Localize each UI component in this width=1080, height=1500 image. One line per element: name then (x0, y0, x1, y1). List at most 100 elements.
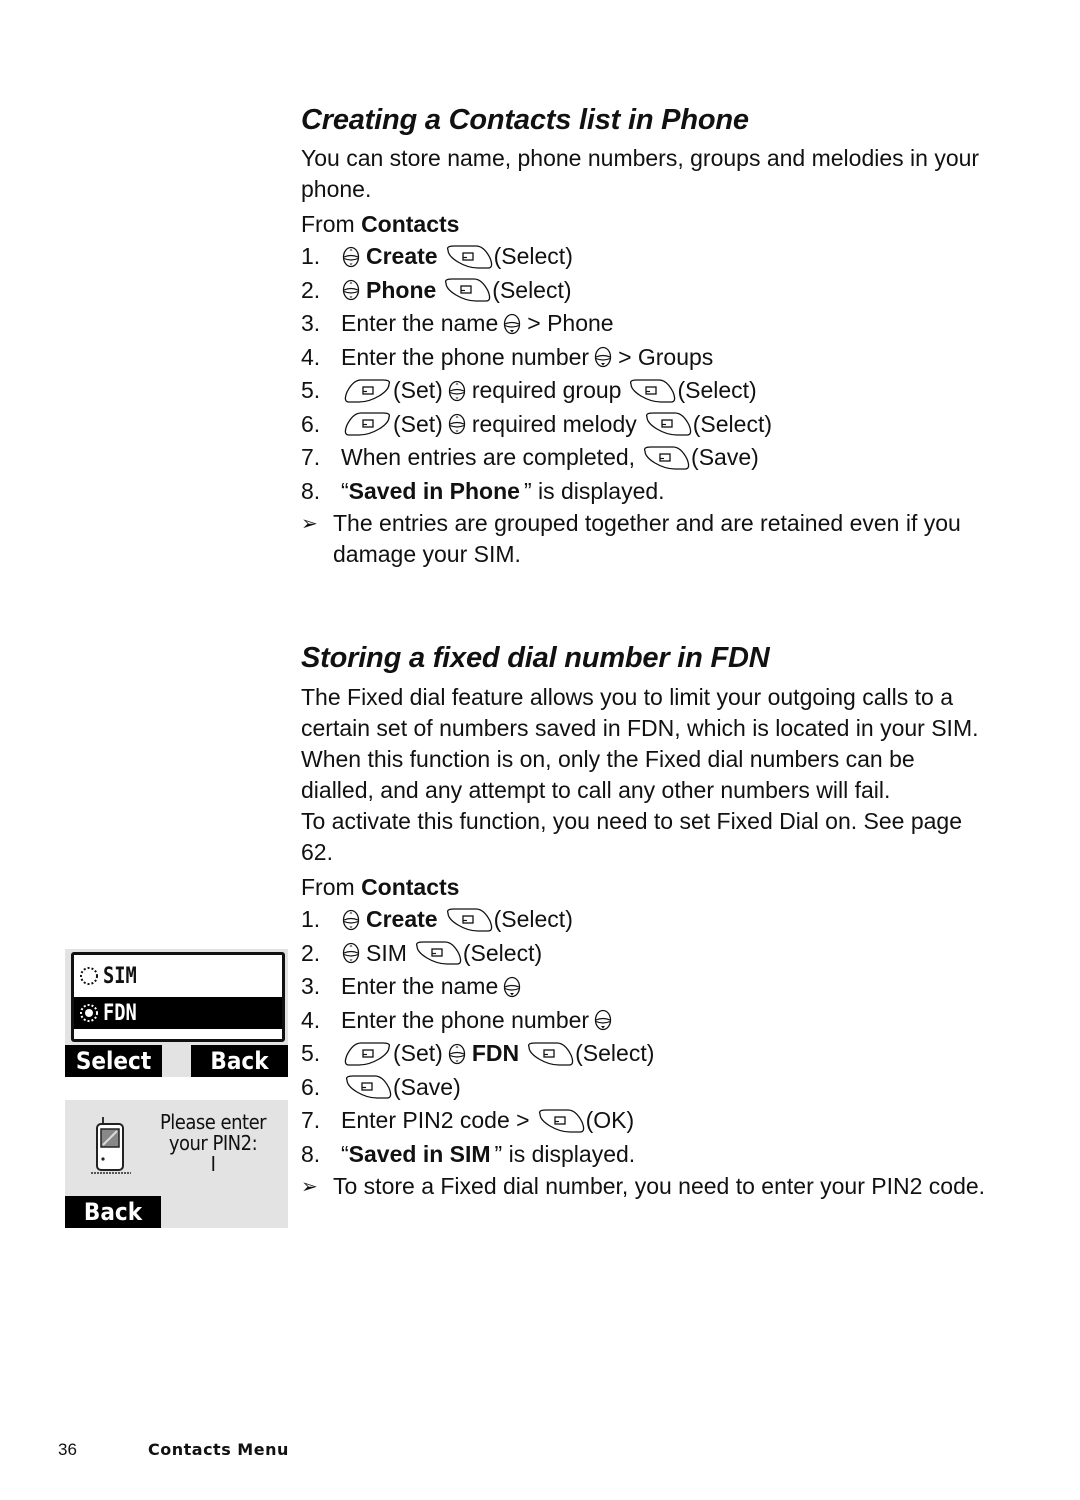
step-text: Enter the phone number (341, 343, 590, 370)
right-softkey-icon (644, 446, 690, 470)
step-item: 8. “Saved in Phone” is displayed. (301, 475, 991, 509)
right-softkey-icon (528, 1042, 574, 1066)
softkey-select[interactable]: Select (65, 1045, 162, 1077)
step-menu-item: Create (366, 243, 438, 269)
steps-list: 1. Create (Select) 2. Phone (Select) 3. Enter t… (301, 240, 991, 508)
step-number: 1. (301, 906, 321, 932)
page-number: 36 (58, 1440, 77, 1459)
phone-icon (91, 1117, 131, 1174)
nav-scroll-icon (342, 246, 360, 267)
step-item: 7. When entries are completed, (Save) (301, 441, 991, 475)
left-softkey-icon (344, 412, 391, 436)
step-number: 7. (301, 444, 321, 470)
section-title: Storing a fixed dial number in FDN (301, 642, 770, 674)
step-number: 7. (301, 1107, 321, 1133)
step-text: Enter the name (341, 973, 499, 999)
right-softkey-icon (345, 1075, 392, 1099)
from-prefix: From (301, 874, 355, 900)
step-menu-item: Saved in Phone (348, 477, 520, 504)
step-text: (Set) (393, 377, 443, 403)
right-softkey-icon (445, 278, 491, 302)
step-text: (OK) (585, 1107, 635, 1133)
step-text: SIM (366, 939, 407, 966)
step-item: 6. (Save) (301, 1071, 991, 1105)
step-menu-item: FDN (471, 1040, 520, 1066)
page-footer: 36 Contacts Menu (58, 1440, 289, 1460)
prompt-line-1: Please enter (159, 1110, 267, 1134)
softkey-back[interactable]: Back (65, 1196, 161, 1228)
nav-down-icon (504, 313, 521, 334)
step-number: 5. (301, 1040, 321, 1066)
step-number: 6. (301, 1073, 321, 1100)
step-number: 8. (301, 1140, 321, 1167)
step-menu-item: Phone (366, 276, 437, 303)
step-number: 3. (301, 310, 321, 336)
from-prefix: From (301, 211, 355, 237)
step-number: 2. (301, 939, 321, 966)
step-item: 3. Enter the name (301, 970, 991, 1004)
option-label: SIM (103, 963, 137, 989)
note-text: The entries are grouped together and are… (333, 510, 961, 567)
radio-selected-icon (80, 1004, 98, 1022)
right-softkey-icon (645, 412, 692, 436)
left-softkey-icon (344, 379, 391, 403)
step-number: 8. (301, 477, 321, 504)
prompt-line-2: your PIN2: (168, 1131, 258, 1155)
step-text: (Select) (462, 939, 543, 966)
from-line: From Contacts (301, 872, 991, 903)
pin-input-cursor[interactable]: I (143, 1154, 283, 1175)
step-item: 2. SIM (Select) (301, 937, 991, 971)
step-text: > Phone (527, 310, 614, 336)
activate-text: To activate this function, you need to s… (301, 808, 963, 865)
nav-scroll-icon (448, 380, 465, 401)
phone-screen-storage-select: SIM FDN Select Back (65, 949, 288, 1077)
step-text: (Select) (493, 906, 573, 932)
phone-screen-pin2-prompt: Please enter your PIN2: I Back (65, 1100, 288, 1228)
step-item: 6. (Set) required melody (Select) (301, 408, 991, 442)
nav-scroll-icon (448, 414, 465, 435)
right-softkey-icon (538, 1109, 584, 1133)
nav-scroll-icon (342, 280, 360, 301)
step-number: 2. (301, 276, 321, 303)
step-text: Enter the phone number (341, 1006, 590, 1033)
step-text: “ (341, 1140, 349, 1167)
step-text: (Save) (691, 444, 759, 470)
note: ➢ To store a Fixed dial number, you need… (301, 1171, 991, 1203)
nav-down-icon (594, 1010, 612, 1031)
step-text: required group (471, 377, 622, 403)
nav-scroll-icon (342, 909, 360, 930)
step-text: (Select) (677, 377, 757, 403)
step-text: (Select) (575, 1040, 655, 1066)
step-text: ” is displayed. (523, 477, 665, 504)
step-item: 3. Enter the name > Phone (301, 307, 991, 341)
from-menu: Contacts (361, 874, 460, 900)
nav-scroll-icon (448, 1043, 465, 1064)
radio-unselected-icon (80, 967, 98, 985)
softkey-back[interactable]: Back (191, 1045, 288, 1077)
step-number: 6. (301, 410, 321, 437)
step-item: 2. Phone (Select) (301, 274, 991, 308)
nav-down-icon (594, 347, 612, 368)
note-text: To store a Fixed dial number, you need t… (333, 1173, 986, 1199)
step-text: (Select) (493, 243, 573, 269)
right-softkey-icon (446, 245, 492, 269)
note: ➢ The entries are grouped together and a… (301, 508, 991, 570)
note-arrow-icon: ➢ (301, 513, 318, 535)
right-softkey-icon (446, 908, 492, 932)
step-text: When entries are completed, (341, 444, 636, 470)
option-sim[interactable]: SIM (74, 961, 282, 991)
step-menu-item: Saved in SIM (348, 1140, 491, 1167)
right-softkey-icon (630, 379, 676, 403)
option-fdn-selected[interactable]: FDN (74, 997, 282, 1029)
step-number: 3. (301, 973, 321, 999)
step-text: Enter PIN2 code > (341, 1107, 530, 1133)
step-item: 1. Create (Select) (301, 903, 991, 937)
step-item: 5. (Set) FDN (Select) (301, 1037, 991, 1071)
note-arrow-icon: ➢ (301, 1176, 318, 1198)
from-menu: Contacts (361, 211, 460, 237)
section-fdn: Storing a fixed dial number in FDN The F… (301, 642, 991, 1203)
step-text: (Select) (692, 410, 773, 437)
step-text: “ (341, 477, 349, 504)
step-number: 5. (301, 377, 321, 403)
pin2-prompt: Please enter your PIN2: I (143, 1112, 283, 1175)
